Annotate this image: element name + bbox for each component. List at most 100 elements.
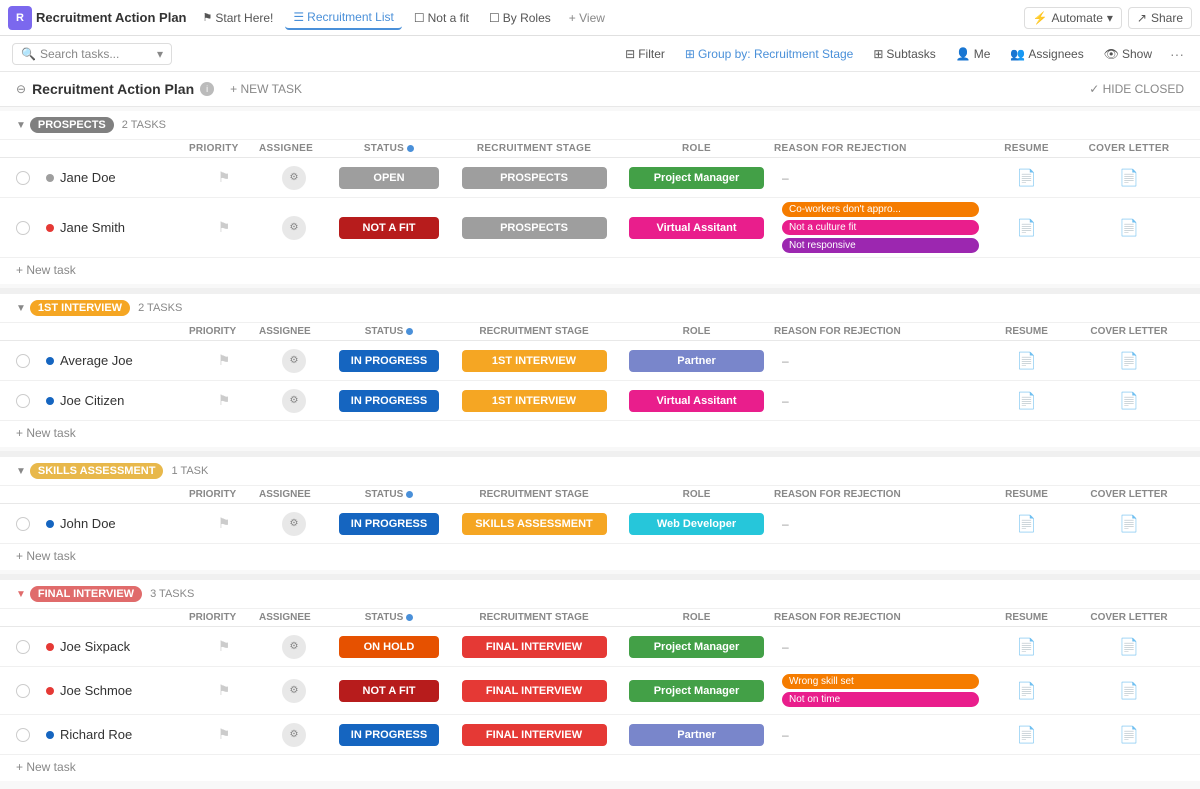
new-task-row[interactable]: + New task bbox=[0, 421, 1200, 447]
tab-by-roles[interactable]: ☐ By Roles bbox=[481, 7, 559, 29]
new-task-row[interactable]: + New task bbox=[0, 755, 1200, 781]
stage-cell[interactable]: PROSPECTS bbox=[449, 202, 619, 253]
automate-icon: ⚡ bbox=[1033, 11, 1048, 25]
resume-cell[interactable]: 📄 bbox=[979, 168, 1074, 188]
table-header: PRIORITY ASSIGNEE STATUS RECRUITMENT STA… bbox=[0, 485, 1200, 504]
automate-button[interactable]: ⚡ Automate ▾ bbox=[1024, 7, 1122, 29]
th-role: ROLE bbox=[619, 143, 774, 154]
interview1-count: 2 TASKS bbox=[138, 302, 182, 314]
prospects-badge: PROSPECTS bbox=[30, 117, 114, 133]
row-name: Average Joe bbox=[46, 353, 189, 368]
hide-closed-button[interactable]: ✓ HIDE CLOSED bbox=[1089, 82, 1184, 96]
status-dot bbox=[407, 145, 414, 152]
app-title: Recruitment Action Plan bbox=[36, 10, 186, 25]
table-header: PRIORITY ASSIGNEE STATUS RECRUITMENT STA… bbox=[0, 608, 1200, 627]
status-cell[interactable]: OPEN bbox=[329, 167, 449, 189]
share-button[interactable]: ↗ Share bbox=[1128, 7, 1192, 29]
start-icon: ⚑ bbox=[202, 11, 212, 24]
new-task-button[interactable]: + NEW TASK bbox=[222, 80, 310, 98]
skills-badge: SKILLS ASSESSMENT bbox=[30, 463, 164, 479]
cover-letter-cell[interactable]: 📄 bbox=[1074, 218, 1184, 238]
row-check[interactable] bbox=[16, 517, 30, 531]
row-name: Joe Schmoe bbox=[46, 683, 189, 698]
roles-icon: ☐ bbox=[489, 11, 500, 25]
priority-cell[interactable]: ⚑ bbox=[189, 219, 259, 236]
group-header-final[interactable]: ▼ FINAL INTERVIEW 3 TASKS bbox=[0, 580, 1200, 608]
filter-button[interactable]: ⊟ Filter bbox=[619, 45, 671, 63]
search-icon: 🔍 bbox=[21, 47, 36, 61]
collapse-icon[interactable]: ⊖ bbox=[16, 82, 26, 96]
info-icon[interactable]: i bbox=[200, 82, 214, 96]
row-check[interactable] bbox=[16, 640, 30, 654]
resume-cell[interactable]: 📄 bbox=[979, 218, 1074, 238]
rejection-cell: – bbox=[774, 171, 979, 185]
row-check[interactable] bbox=[16, 394, 30, 408]
me-button[interactable]: 👤 Me bbox=[950, 45, 997, 63]
th-name bbox=[46, 143, 189, 154]
show-icon: 👁 bbox=[1104, 47, 1119, 61]
th-status: STATUS bbox=[329, 143, 449, 154]
group-prospects: ▼ PROSPECTS 2 TASKS PRIORITY ASSIGNEE ST… bbox=[0, 111, 1200, 284]
subtasks-button[interactable]: ⊞ Subtasks bbox=[867, 45, 941, 63]
group-final: ▼ FINAL INTERVIEW 3 TASKS PRIORITY ASSIG… bbox=[0, 580, 1200, 781]
group-interview1: ▼ 1ST INTERVIEW 2 TASKS PRIORITY ASSIGNE… bbox=[0, 294, 1200, 447]
collapse-final-icon: ▼ bbox=[16, 589, 26, 600]
table-row: Richard Roe ⚑ ⚙ IN PROGRESS FINAL INTERV… bbox=[0, 715, 1200, 755]
toolbar: 🔍 Search tasks... ▾ ⊟ Filter ⊞ Group by:… bbox=[0, 36, 1200, 72]
row-check[interactable] bbox=[16, 684, 30, 698]
group-by-button[interactable]: ⊞ Group by: Recruitment Stage bbox=[679, 45, 859, 63]
th-cover: COVER LETTER bbox=[1074, 143, 1184, 154]
app-icon: R bbox=[8, 6, 32, 30]
assignee-cell[interactable]: ⚙ bbox=[259, 216, 329, 240]
status-cell[interactable]: NOT A FIT bbox=[329, 202, 449, 253]
th-priority: PRIORITY bbox=[189, 143, 259, 154]
chevron-down-icon: ▾ bbox=[1107, 11, 1113, 25]
tab-add-view[interactable]: + View bbox=[563, 7, 611, 29]
more-button[interactable]: ··· bbox=[1166, 44, 1188, 64]
role-cell[interactable]: Project Manager bbox=[619, 167, 774, 189]
share-icon: ↗ bbox=[1137, 11, 1147, 25]
group-icon: ⊞ bbox=[685, 47, 695, 61]
row-check[interactable] bbox=[16, 221, 30, 235]
row-name: Richard Roe bbox=[46, 727, 189, 742]
row-check[interactable] bbox=[16, 728, 30, 742]
row-name: Joe Citizen bbox=[46, 393, 189, 408]
table-row: Jane Smith ⚑ ⚙ NOT A FIT PROSPECTS Virtu… bbox=[0, 198, 1200, 258]
tab-not-fit[interactable]: ☐ Not a fit bbox=[406, 7, 477, 29]
table-row: Average Joe ⚑ ⚙ IN PROGRESS 1ST INTERVIE… bbox=[0, 341, 1200, 381]
row-check[interactable] bbox=[16, 354, 30, 368]
assignees-icon: 👥 bbox=[1010, 47, 1025, 61]
row-name: John Doe bbox=[46, 516, 189, 531]
th-check bbox=[16, 143, 46, 154]
me-icon: 👤 bbox=[956, 47, 971, 61]
priority-cell[interactable]: ⚑ bbox=[189, 169, 259, 186]
top-nav: R Recruitment Action Plan ⚑ Start Here! … bbox=[0, 0, 1200, 36]
tab-recruitment-list[interactable]: ☰ Recruitment List bbox=[285, 6, 401, 30]
show-button[interactable]: 👁 Show bbox=[1098, 45, 1158, 63]
collapse-skills-icon: ▼ bbox=[16, 466, 26, 477]
cover-letter-cell[interactable]: 📄 bbox=[1074, 168, 1184, 188]
search-box[interactable]: 🔍 Search tasks... ▾ bbox=[12, 43, 172, 65]
th-assignee: ASSIGNEE bbox=[259, 143, 329, 154]
new-task-row[interactable]: + New task bbox=[0, 544, 1200, 570]
assignee-cell[interactable]: ⚙ bbox=[259, 166, 329, 190]
row-check[interactable] bbox=[16, 171, 30, 185]
prospects-count: 2 TASKS bbox=[122, 119, 166, 131]
page-title: Recruitment Action Plan bbox=[32, 81, 194, 97]
assignees-button[interactable]: 👥 Assignees bbox=[1004, 45, 1089, 63]
main-content: ▼ PROSPECTS 2 TASKS PRIORITY ASSIGNEE ST… bbox=[0, 107, 1200, 789]
new-task-row[interactable]: + New task bbox=[0, 258, 1200, 284]
final-badge: FINAL INTERVIEW bbox=[30, 586, 142, 602]
skills-count: 1 TASK bbox=[171, 465, 208, 477]
group-header-interview1[interactable]: ▼ 1ST INTERVIEW 2 TASKS bbox=[0, 294, 1200, 322]
role-cell[interactable]: Virtual Assitant bbox=[619, 202, 774, 253]
page-header: ⊖ Recruitment Action Plan i + NEW TASK ✓… bbox=[0, 72, 1200, 107]
filter-icon: ⊟ bbox=[625, 47, 635, 61]
group-header-skills[interactable]: ▼ SKILLS ASSESSMENT 1 TASK bbox=[0, 457, 1200, 485]
th-rejection: REASON FOR REJECTION bbox=[774, 143, 979, 154]
stage-cell[interactable]: PROSPECTS bbox=[449, 167, 619, 189]
tab-start[interactable]: ⚑ Start Here! bbox=[194, 7, 281, 29]
app-container: R Recruitment Action Plan ⚑ Start Here! … bbox=[0, 0, 1200, 789]
table-row: Joe Schmoe ⚑ ⚙ NOT A FIT FINAL INTERVIEW… bbox=[0, 667, 1200, 715]
group-header-prospects[interactable]: ▼ PROSPECTS 2 TASKS bbox=[0, 111, 1200, 139]
